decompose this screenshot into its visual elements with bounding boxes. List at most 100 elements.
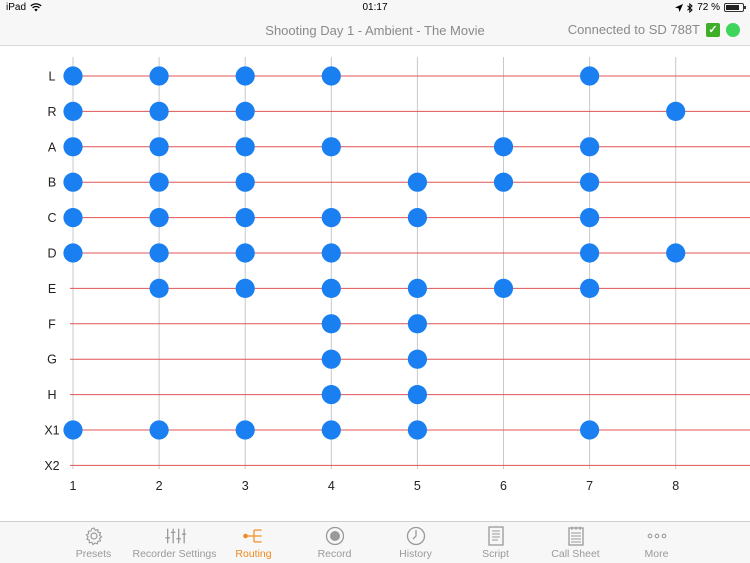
tab-label: Routing xyxy=(235,548,272,560)
tab-script[interactable]: Script xyxy=(455,522,536,560)
row-label-h: H xyxy=(47,388,56,402)
location-icon xyxy=(675,3,684,12)
route-dot-b-3[interactable] xyxy=(235,172,255,192)
route-dot-l-2[interactable] xyxy=(149,66,169,86)
route-dot-d-7[interactable] xyxy=(580,243,600,263)
app-window: iPad 01:17 72 % Shooting Day 1 - Ambient… xyxy=(0,0,750,563)
row-label-c: C xyxy=(47,211,56,225)
tab-label: Presets xyxy=(75,548,112,560)
route-dot-d-3[interactable] xyxy=(235,243,255,263)
route-dot-x1-7[interactable] xyxy=(580,420,600,440)
route-dot-g-5[interactable] xyxy=(407,349,427,369)
route-dot-d-2[interactable] xyxy=(149,243,169,263)
route-dot-e-2[interactable] xyxy=(149,278,169,298)
tab-record[interactable]: Record xyxy=(294,522,375,560)
route-dot-b-7[interactable] xyxy=(580,172,600,192)
connection-status[interactable]: Connected to SD 788T ✓ xyxy=(568,22,740,37)
route-dot-g-4[interactable] xyxy=(321,349,341,369)
connected-check-icon: ✓ xyxy=(706,22,720,37)
row-label-x1: X1 xyxy=(44,424,59,438)
clock-icon xyxy=(405,526,427,546)
record-icon xyxy=(324,526,346,546)
route-dot-h-4[interactable] xyxy=(321,385,341,405)
column-label-5: 5 xyxy=(414,479,421,493)
route-dot-r-1[interactable] xyxy=(63,101,83,121)
route-dot-a-1[interactable] xyxy=(63,137,83,157)
route-dot-r-8[interactable] xyxy=(666,101,686,121)
row-label-d: D xyxy=(47,247,56,261)
status-right: 72 % xyxy=(675,2,746,13)
row-label-g: G xyxy=(47,353,57,367)
route-dot-f-4[interactable] xyxy=(321,314,341,334)
tab-bar: Presets Recorder Settings Routing Record His… xyxy=(0,521,750,563)
route-dot-d-4[interactable] xyxy=(321,243,341,263)
route-dot-x1-3[interactable] xyxy=(235,420,255,440)
tab-more[interactable]: More xyxy=(616,522,697,560)
route-dot-b-5[interactable] xyxy=(407,172,427,192)
route-dot-e-6[interactable] xyxy=(493,278,514,298)
route-dot-d-1[interactable] xyxy=(63,243,83,263)
route-dot-a-3[interactable] xyxy=(235,137,255,157)
route-dot-c-1[interactable] xyxy=(63,208,83,228)
route-dot-b-1[interactable] xyxy=(63,172,83,192)
route-dot-l-4[interactable] xyxy=(321,66,341,86)
tab-history[interactable]: History xyxy=(375,522,456,560)
route-dot-c-2[interactable] xyxy=(149,208,169,228)
route-dot-a-7[interactable] xyxy=(580,137,600,157)
column-label-4: 4 xyxy=(328,479,335,493)
tab-call-sheet[interactable]: Call Sheet xyxy=(535,522,616,560)
battery-icon xyxy=(724,3,746,12)
tab-label: History xyxy=(399,548,432,560)
route-dot-l-3[interactable] xyxy=(235,66,255,86)
route-dot-h-5[interactable] xyxy=(407,385,427,405)
title-bar: Shooting Day 1 - Ambient - The Movie Con… xyxy=(0,16,750,46)
tab-label: More xyxy=(644,548,669,560)
routing-icon xyxy=(242,526,265,546)
row-label-a: A xyxy=(48,140,57,154)
routing-matrix[interactable]: L R A B C D E F G H X1 X2 1 2 3 4 5 6 7 8 xyxy=(0,47,750,521)
column-label-8: 8 xyxy=(672,479,679,493)
route-dot-x1-1[interactable] xyxy=(63,420,83,440)
connection-label: Connected to SD 788T xyxy=(567,22,700,37)
route-dot-r-2[interactable] xyxy=(149,101,169,121)
route-dot-e-4[interactable] xyxy=(321,278,341,298)
route-dot-e-3[interactable] xyxy=(235,278,255,298)
column-label-1: 1 xyxy=(70,479,77,493)
route-dot-c-7[interactable] xyxy=(580,208,600,228)
route-dot-x1-5[interactable] xyxy=(407,420,427,440)
route-dot-c-3[interactable] xyxy=(235,208,255,228)
route-dot-f-5[interactable] xyxy=(407,314,427,334)
tab-presets[interactable]: Presets xyxy=(53,522,134,560)
tab-recorder-settings[interactable]: Recorder Settings xyxy=(132,522,217,560)
route-dot-r-3[interactable] xyxy=(235,101,255,121)
connection-status-indicator xyxy=(726,22,740,37)
route-dot-x1-2[interactable] xyxy=(149,420,169,440)
column-label-2: 2 xyxy=(156,479,163,493)
route-dot-c-5[interactable] xyxy=(407,208,427,228)
route-dot-b-2[interactable] xyxy=(149,172,169,192)
row-label-x2: X2 xyxy=(44,459,59,473)
row-label-e: E xyxy=(48,282,56,296)
route-dot-a-4[interactable] xyxy=(321,137,341,157)
tab-label: Script xyxy=(482,548,509,560)
route-dot-b-6[interactable] xyxy=(493,172,514,192)
bluetooth-icon xyxy=(687,2,693,13)
sliders-icon xyxy=(164,526,186,546)
column-label-3: 3 xyxy=(242,479,249,493)
call-sheet-icon xyxy=(565,526,587,546)
row-label-b: B xyxy=(48,176,56,190)
route-dot-x1-4[interactable] xyxy=(321,420,341,440)
route-dot-a-2[interactable] xyxy=(149,137,169,157)
tab-routing[interactable]: Routing xyxy=(213,522,294,560)
column-label-7: 7 xyxy=(586,479,593,493)
route-dot-e-5[interactable] xyxy=(407,278,427,298)
route-dot-d-8[interactable] xyxy=(666,243,686,263)
route-dot-l-1[interactable] xyxy=(63,66,83,86)
route-dot-a-6[interactable] xyxy=(493,137,514,157)
tab-label: Record xyxy=(317,548,352,560)
route-dot-c-4[interactable] xyxy=(321,208,341,228)
more-icon xyxy=(646,526,668,546)
row-label-f: F xyxy=(48,317,56,331)
route-dot-l-7[interactable] xyxy=(580,66,600,86)
route-dot-e-7[interactable] xyxy=(580,278,600,298)
